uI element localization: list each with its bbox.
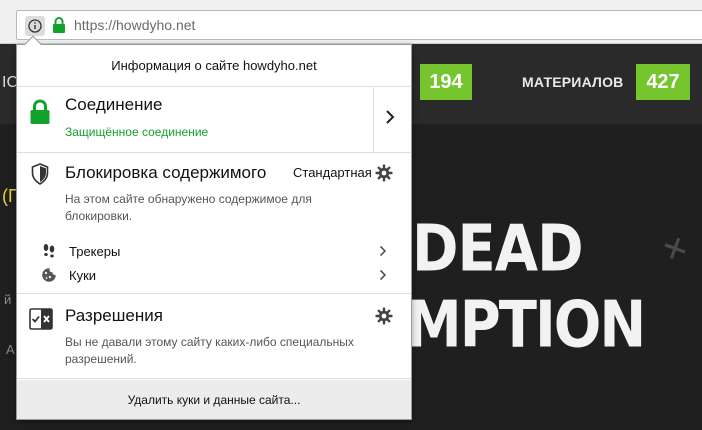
- materials-label: МАТЕРИАЛОВ: [522, 74, 624, 90]
- cookie-icon: [42, 268, 56, 282]
- connection-heading: Соединение: [65, 95, 163, 114]
- chevron-right-icon[interactable]: [385, 109, 395, 125]
- list-item-cookies[interactable]: Куки: [17, 265, 411, 287]
- clear-cookies-button[interactable]: Удалить куки и данные сайта...: [17, 380, 411, 419]
- hero-title-line-1: DEAD: [412, 212, 584, 287]
- info-icon: [28, 19, 42, 33]
- gear-icon[interactable]: [375, 164, 393, 182]
- permissions-description: Вы не давали этому сайту каких-либо спец…: [65, 335, 354, 366]
- chevron-right-icon: [379, 245, 387, 257]
- blocking-state: Стандартная: [293, 165, 372, 180]
- secure-lock-icon[interactable]: [52, 16, 66, 34]
- counter-badge[interactable]: 194: [420, 64, 472, 100]
- site-info-panel: Информация о сайте howdyho.net Соединени…: [16, 35, 412, 420]
- gear-icon[interactable]: [375, 307, 393, 325]
- address-field[interactable]: https://howdyho.net: [16, 10, 702, 40]
- materials-count-badge[interactable]: 427: [636, 64, 690, 100]
- permissions-heading: Разрешения: [65, 306, 163, 325]
- connection-status: Защищённое соединение: [65, 125, 209, 139]
- divider: [373, 87, 374, 152]
- shield-icon: [31, 163, 49, 185]
- permissions-icon: [29, 308, 53, 330]
- permissions-section: Разрешения Вы не давали этому сайту каки…: [17, 294, 411, 379]
- blocking-heading: Блокировка содержимого: [65, 163, 267, 182]
- trackers-label: Трекеры: [69, 244, 121, 259]
- hero-title-line-2: MPTION: [406, 288, 646, 363]
- connection-section[interactable]: Соединение Защищённое соединение: [17, 87, 411, 153]
- site-text-fragment: А: [6, 342, 15, 357]
- cookies-label: Куки: [69, 268, 97, 283]
- lock-icon: [30, 99, 50, 124]
- url-text[interactable]: https://howdyho.net: [74, 17, 195, 33]
- blocking-description: На этом сайте обнаружено содержимое для …: [65, 192, 312, 223]
- content-blocking-section: Блокировка содержимого Стандартная На эт…: [17, 153, 411, 294]
- list-item-trackers[interactable]: Трекеры: [17, 241, 411, 263]
- site-info-button[interactable]: [25, 16, 45, 36]
- site-text-fragment: й: [4, 292, 12, 307]
- url-bar: https://howdyho.net: [0, 0, 702, 44]
- chevron-right-icon: [379, 269, 387, 281]
- panel-title: Информация о сайте howdyho.net: [17, 45, 411, 87]
- hero-banner[interactable]: DEAD MPTION: [406, 204, 702, 404]
- footprints-icon: [43, 244, 55, 258]
